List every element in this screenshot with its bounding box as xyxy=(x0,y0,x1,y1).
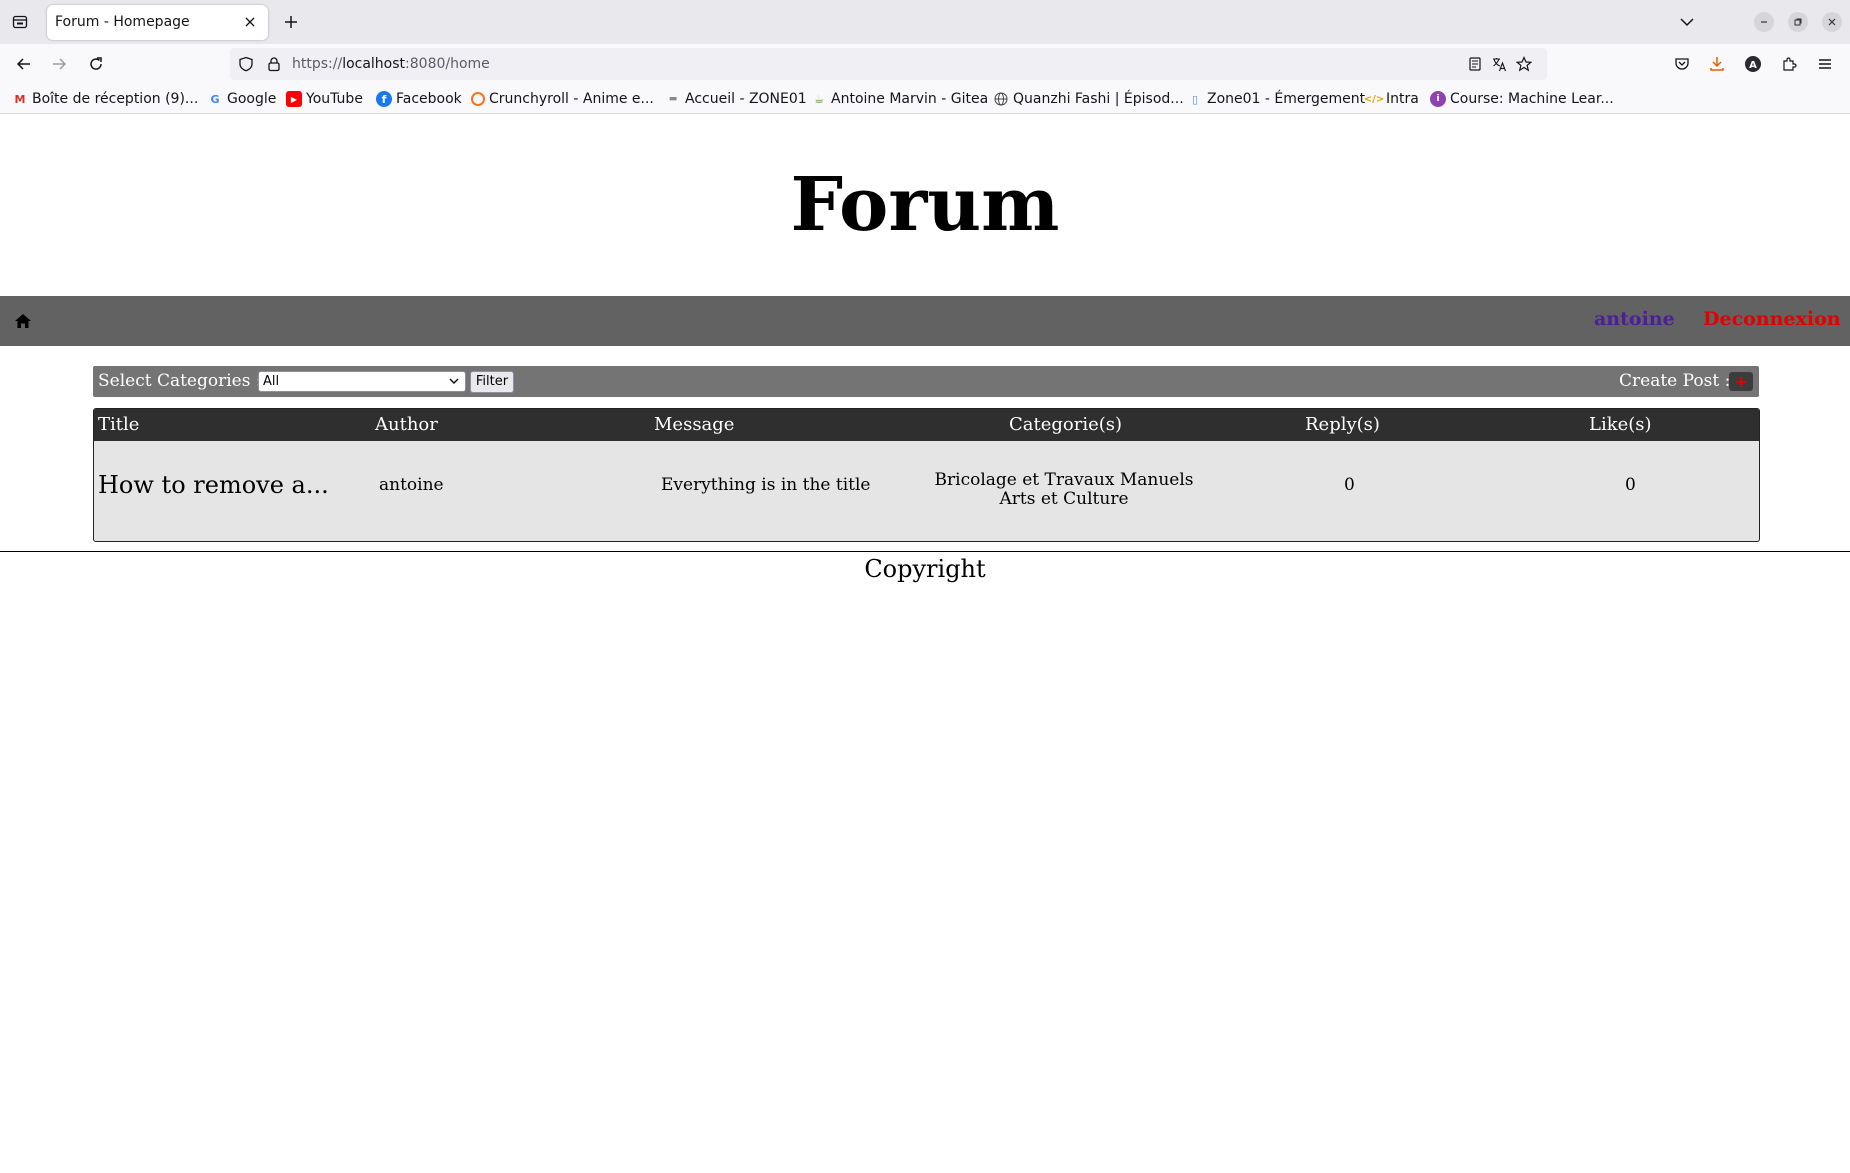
address-bar[interactable]: https://localhost:8080/home xyxy=(230,48,1547,80)
category-select-value: All xyxy=(263,374,280,389)
close-window-icon[interactable] xyxy=(1822,12,1842,32)
zone01-icon: ▯ xyxy=(1191,92,1199,106)
youtube-icon: ▶ xyxy=(286,91,302,107)
url-path: :8080/home xyxy=(405,56,490,72)
logout-link[interactable]: Deconnexion xyxy=(1703,308,1841,330)
download-icon[interactable] xyxy=(1705,52,1729,76)
bookmark-star-icon[interactable] xyxy=(1515,56,1533,76)
bookmark-youtube[interactable]: ▶ YouTube xyxy=(286,90,363,108)
facebook-icon: f xyxy=(376,91,392,107)
column-header-categories: Categorie(s) xyxy=(1009,414,1123,435)
code-icon: </> xyxy=(1363,93,1385,105)
post-category: Arts et Culture xyxy=(999,489,1129,509)
column-header-title: Title xyxy=(98,414,140,435)
bookmark-google[interactable]: G Google xyxy=(207,90,276,108)
forward-arrow-icon[interactable] xyxy=(47,52,71,76)
select-categories-label: Select Categories : xyxy=(98,371,262,391)
column-header-message: Message xyxy=(654,414,735,435)
translate-icon[interactable] xyxy=(1491,56,1507,76)
shield-icon[interactable] xyxy=(238,56,254,76)
new-tab-icon[interactable] xyxy=(279,10,303,34)
column-header-likes: Like(s) xyxy=(1589,414,1652,435)
gmail-icon: M xyxy=(14,92,26,106)
back-arrow-icon[interactable] xyxy=(12,52,36,76)
google-icon: G xyxy=(210,92,220,106)
post-message: Everything is in the title xyxy=(661,475,871,495)
reload-icon[interactable] xyxy=(84,52,108,76)
filter-bar: Select Categories : All Filter Create Po… xyxy=(93,366,1759,397)
chevron-down-icon[interactable] xyxy=(1675,10,1699,34)
close-tab-icon[interactable] xyxy=(240,12,260,32)
zone01-icon: ▬ xyxy=(668,94,678,104)
plus-icon xyxy=(1736,376,1746,387)
bookmark-course[interactable]: i Course: Machine Lear... xyxy=(1430,90,1614,108)
page-content: Forum antoine Deconnexion Select Categor… xyxy=(0,114,1850,1173)
post-replies: 0 xyxy=(1344,475,1355,495)
bookmark-label: Quanzhi Fashi | Épisod... xyxy=(1013,91,1184,107)
bookmark-facebook[interactable]: f Facebook xyxy=(376,90,462,108)
browser-tab-active[interactable]: Forum - Homepage xyxy=(47,5,268,40)
tab-title: Forum - Homepage xyxy=(55,14,190,30)
site-nav-bar: antoine Deconnexion xyxy=(0,296,1850,346)
extensions-icon[interactable] xyxy=(1777,52,1801,76)
user-profile-link[interactable]: antoine xyxy=(1594,308,1675,330)
bookmark-label: Antoine Marvin - Gitea xyxy=(831,91,989,107)
bookmark-gmail[interactable]: M Boîte de réception (9)... xyxy=(12,90,199,108)
reader-view-icon[interactable] xyxy=(1467,56,1483,76)
globe-icon xyxy=(993,91,1009,107)
post-categories: Bricolage et Travaux Manuels Arts et Cul… xyxy=(914,471,1214,509)
bookmark-crunchyroll[interactable]: Crunchyroll - Anime e... xyxy=(471,90,654,108)
bookmark-label: YouTube xyxy=(306,91,363,107)
bookmark-label: Boîte de réception (9)... xyxy=(32,91,199,107)
create-post-label: Create Post : xyxy=(1619,371,1731,391)
site-title: Forum xyxy=(790,162,1060,248)
pocket-icon[interactable] xyxy=(1670,52,1694,76)
bookmark-quanzhi[interactable]: Quanzhi Fashi | Épisod... xyxy=(993,90,1184,108)
post-title-link[interactable]: How to remove a... xyxy=(98,471,329,499)
posts-table: Title Author Message Categorie(s) Reply(… xyxy=(93,408,1760,542)
browser-tab-bar: Forum - Homepage xyxy=(0,0,1850,44)
gitea-icon: ☕ xyxy=(814,92,824,106)
post-author: antoine xyxy=(379,475,444,495)
bookmark-zone01-emergement[interactable]: ▯ Zone01 - Émergement xyxy=(1187,90,1365,108)
url-text[interactable]: https://localhost:8080/home xyxy=(292,56,490,72)
category-select[interactable]: All xyxy=(258,371,466,392)
post-category: Bricolage et Travaux Manuels xyxy=(934,470,1194,490)
bookmark-label: Intra xyxy=(1386,91,1419,107)
footer-copyright: Copyright xyxy=(864,555,986,583)
svg-text:A: A xyxy=(1749,60,1757,71)
account-avatar-icon[interactable]: A xyxy=(1741,52,1765,76)
bookmark-intra[interactable]: </> Intra xyxy=(1363,90,1419,108)
column-header-replies: Reply(s) xyxy=(1305,414,1380,435)
bookmark-zone01[interactable]: ▬ Accueil - ZONE01 xyxy=(665,90,807,108)
bookmark-label: Facebook xyxy=(396,91,462,107)
crunchyroll-icon xyxy=(471,92,485,106)
firefox-view-icon[interactable] xyxy=(8,10,32,34)
lock-icon[interactable] xyxy=(266,56,282,76)
url-scheme: https:// xyxy=(292,56,343,72)
bookmark-label: Zone01 - Émergement xyxy=(1207,91,1366,107)
home-icon[interactable] xyxy=(14,312,32,330)
column-header-author: Author xyxy=(375,414,438,435)
bookmark-label: Course: Machine Lear... xyxy=(1450,91,1614,107)
footer-divider xyxy=(0,551,1850,552)
bookmark-label: Accueil - ZONE01 xyxy=(685,91,807,107)
hamburger-menu-icon[interactable] xyxy=(1813,52,1837,76)
restore-icon[interactable] xyxy=(1788,12,1808,32)
minimize-icon[interactable] xyxy=(1754,12,1774,32)
bookmark-label: Crunchyroll - Anime e... xyxy=(489,91,654,107)
filter-button[interactable]: Filter xyxy=(470,371,514,393)
bookmark-gitea[interactable]: ☕ Antoine Marvin - Gitea xyxy=(811,90,988,108)
browser-nav-bar: https://localhost:8080/home A xyxy=(0,44,1850,84)
posts-table-header: Title Author Message Categorie(s) Reply(… xyxy=(94,409,1759,441)
course-icon: i xyxy=(1430,91,1446,107)
post-likes: 0 xyxy=(1625,475,1636,495)
bookmarks-toolbar: M Boîte de réception (9)... G Google ▶ YouT… xyxy=(0,84,1850,114)
create-post-button[interactable] xyxy=(1729,372,1753,391)
chevron-down-icon xyxy=(448,374,460,393)
bookmark-label: Google xyxy=(227,91,277,107)
url-host: localhost xyxy=(342,56,406,72)
